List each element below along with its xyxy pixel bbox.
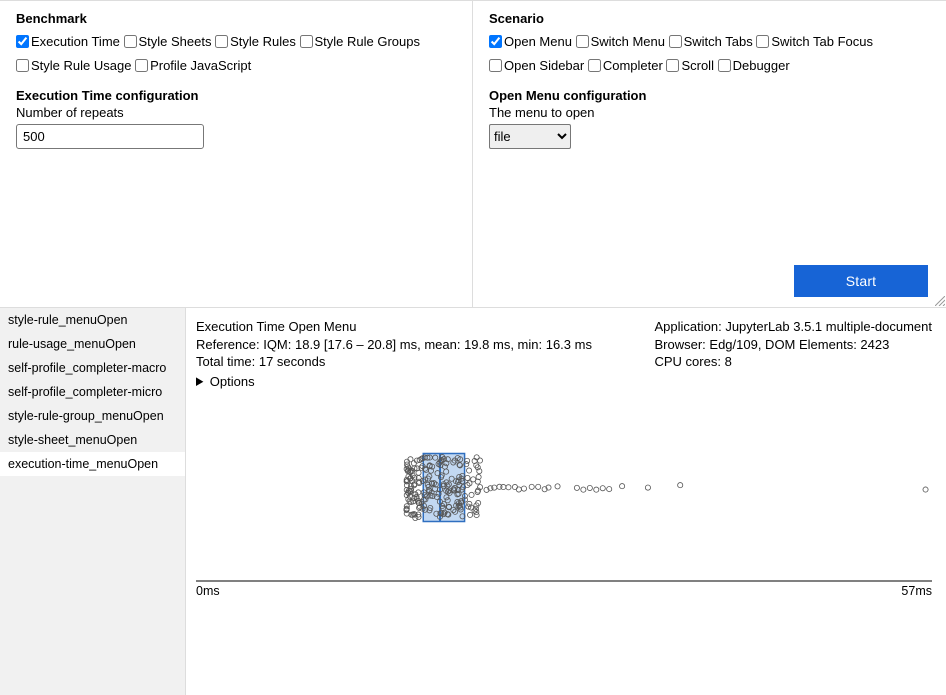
benchmark-option[interactable]: Style Rule Groups: [300, 34, 421, 49]
scenario-checkbox[interactable]: [718, 59, 731, 72]
scenario-option[interactable]: Open Sidebar: [489, 58, 584, 73]
benchmark-checkbox[interactable]: [135, 59, 148, 72]
benchmark-checkbox[interactable]: [16, 35, 29, 48]
boxplot-chart: [196, 395, 932, 580]
scenario-config-sub: The menu to open: [489, 105, 930, 120]
benchmark-checkbox[interactable]: [300, 35, 313, 48]
sidebar-item[interactable]: style-sheet_menuOpen: [0, 428, 185, 452]
scenario-option[interactable]: Completer: [588, 58, 663, 73]
benchmark-option[interactable]: Style Rules: [215, 34, 296, 49]
start-button[interactable]: Start: [794, 265, 928, 297]
scenario-option[interactable]: Switch Menu: [576, 34, 665, 49]
results-reference: Reference: IQM: 18.9 [17.6 – 20.8] ms, m…: [196, 336, 592, 354]
results-app: Application: JupyterLab 3.5.1 multiple-d…: [655, 318, 933, 336]
sidebar-item[interactable]: style-rule_menuOpen: [0, 308, 185, 332]
menu-select[interactable]: file: [489, 124, 571, 149]
scenario-checkbox[interactable]: [666, 59, 679, 72]
results-summary-left: Execution Time Open Menu Reference: IQM:…: [196, 318, 592, 371]
scenario-checkbox[interactable]: [588, 59, 601, 72]
sidebar-item[interactable]: style-rule-group_menuOpen: [0, 404, 185, 428]
benchmark-checkboxes: Execution Time Style Sheets Style Rules …: [16, 30, 456, 78]
resize-handle-icon[interactable]: [935, 296, 945, 306]
sidebar-item[interactable]: rule-usage_menuOpen: [0, 332, 185, 356]
benchmark-checkbox[interactable]: [16, 59, 29, 72]
x-axis-min: 0ms: [196, 584, 220, 598]
results-total-time: Total time: 17 seconds: [196, 353, 592, 371]
x-axis-max: 57ms: [901, 584, 932, 598]
results-cpu: CPU cores: 8: [655, 353, 933, 371]
results-panel: style-rule_menuOpenrule-usage_menuOpense…: [0, 308, 946, 695]
scenario-option[interactable]: Switch Tabs: [669, 34, 753, 49]
benchmark-option[interactable]: Style Rule Usage: [16, 58, 131, 73]
options-disclosure[interactable]: Options: [196, 374, 932, 389]
results-area: Execution Time Open Menu Reference: IQM:…: [186, 308, 946, 695]
x-axis-labels: 0ms 57ms: [196, 584, 932, 598]
scenario-option[interactable]: Open Menu: [489, 34, 572, 49]
sidebar-item[interactable]: self-profile_completer-macro: [0, 356, 185, 380]
benchmark-config-title: Execution Time configuration: [16, 88, 456, 103]
results-title: Execution Time Open Menu: [196, 318, 592, 336]
options-summary[interactable]: Options: [196, 374, 932, 389]
scenario-title: Scenario: [489, 11, 930, 26]
sidebar-item[interactable]: self-profile_completer-micro: [0, 380, 185, 404]
results-summary-right: Application: JupyterLab 3.5.1 multiple-d…: [655, 318, 933, 371]
results-sidebar: style-rule_menuOpenrule-usage_menuOpense…: [0, 308, 186, 695]
benchmark-checkbox[interactable]: [215, 35, 228, 48]
scenario-column: Scenario Open Menu Switch Menu Switch Ta…: [473, 1, 946, 307]
chart-area: 0ms 57ms: [196, 395, 932, 605]
benchmark-config-sub: Number of repeats: [16, 105, 456, 120]
scenario-option[interactable]: Debugger: [718, 58, 790, 73]
scenario-option[interactable]: Scroll: [666, 58, 714, 73]
scenario-option[interactable]: Switch Tab Focus: [756, 34, 873, 49]
benchmark-column: Benchmark Execution Time Style Sheets St…: [0, 1, 473, 307]
benchmark-option[interactable]: Execution Time: [16, 34, 120, 49]
scenario-checkbox[interactable]: [669, 35, 682, 48]
config-panel: Benchmark Execution Time Style Sheets St…: [0, 0, 946, 308]
benchmark-option[interactable]: Profile JavaScript: [135, 58, 251, 73]
scenario-config-title: Open Menu configuration: [489, 88, 930, 103]
scenario-checkbox[interactable]: [756, 35, 769, 48]
benchmark-title: Benchmark: [16, 11, 456, 26]
results-browser: Browser: Edg/109, DOM Elements: 2423: [655, 336, 933, 354]
scenario-checkbox[interactable]: [576, 35, 589, 48]
scenario-checkbox[interactable]: [489, 35, 502, 48]
scenario-checkboxes: Open Menu Switch Menu Switch Tabs Switch…: [489, 30, 930, 78]
benchmark-option[interactable]: Style Sheets: [124, 34, 212, 49]
scenario-checkbox[interactable]: [489, 59, 502, 72]
repeats-input[interactable]: [16, 124, 204, 149]
benchmark-checkbox[interactable]: [124, 35, 137, 48]
sidebar-item[interactable]: execution-time_menuOpen: [0, 452, 185, 476]
